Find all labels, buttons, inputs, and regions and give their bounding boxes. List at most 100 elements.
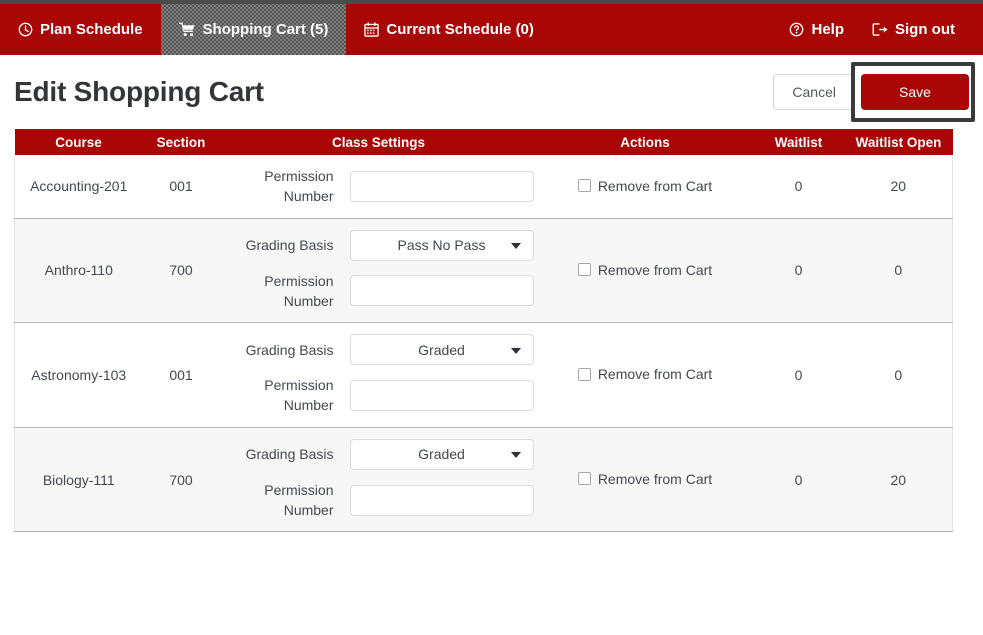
grading-basis-field-wrap: Pass No Pass <box>349 229 534 261</box>
grading-basis-row: Grading Basis Graded <box>224 434 534 475</box>
cell-waitlist: 0 <box>752 322 845 428</box>
cell-waitlist-open: 0 <box>844 322 953 428</box>
permission-number-field-wrap <box>349 170 534 202</box>
cell-class-settings: Grading Basis Graded Permission Number <box>219 427 538 533</box>
table-header-row: Course Section Class Settings Actions Wa… <box>14 129 953 155</box>
nav-item-current-schedule[interactable]: Current Schedule (0) <box>346 4 552 55</box>
question-circle-icon <box>789 22 804 37</box>
chevron-down-icon <box>510 243 521 250</box>
cell-course: Accounting-201 <box>14 155 143 219</box>
cell-course: Biology-111 <box>14 427 143 533</box>
grading-basis-row: Grading Basis Pass No Pass <box>224 225 534 266</box>
permission-number-input[interactable] <box>349 275 534 307</box>
remove-from-cart-control[interactable]: Remove from Cart <box>577 177 713 194</box>
cell-waitlist: 0 <box>752 155 845 219</box>
navbar-primary-links: Plan Schedule Shopping Cart (5) Current … <box>0 4 552 55</box>
clock-icon <box>18 22 33 37</box>
permission-number-field-wrap <box>349 275 534 307</box>
permission-number-input[interactable] <box>349 379 534 411</box>
nav-item-help[interactable]: Help <box>775 4 858 55</box>
permission-number-row: Permission Number <box>224 266 534 317</box>
table-row: Astronomy-103 001 Grading Basis Graded Permi… <box>14 322 953 428</box>
remove-from-cart-label: Remove from Cart <box>597 261 713 278</box>
cell-actions: Remove from Cart <box>537 155 753 219</box>
cell-section: 001 <box>142 322 220 428</box>
remove-from-cart-checkbox[interactable] <box>577 367 591 381</box>
cell-waitlist: 0 <box>752 218 845 324</box>
remove-from-cart-control[interactable]: Remove from Cart <box>577 261 713 278</box>
nav-item-plan-schedule[interactable]: Plan Schedule <box>0 4 161 55</box>
nav-item-shopping-cart-label: Shopping Cart (5) <box>202 21 329 38</box>
cell-actions: Remove from Cart <box>537 322 753 428</box>
permission-number-label: Permission Number <box>264 481 334 519</box>
permission-number-input[interactable] <box>349 170 534 202</box>
cell-section: 001 <box>142 155 220 219</box>
nav-item-help-label: Help <box>811 21 844 38</box>
sign-out-icon <box>872 22 888 37</box>
grading-basis-select[interactable]: Graded <box>349 438 534 470</box>
page-header: Edit Shopping Cart Cancel Save <box>14 55 975 129</box>
grading-basis-row: Grading Basis Graded <box>224 329 534 370</box>
permission-number-input[interactable] <box>349 484 534 516</box>
page-title: Edit Shopping Cart <box>14 76 264 107</box>
cell-actions: Remove from Cart <box>537 218 753 324</box>
chevron-down-icon <box>510 347 521 354</box>
grading-basis-selected-value: Graded <box>418 341 465 358</box>
permission-number-row: Permission Number <box>224 161 534 212</box>
grading-basis-selected-value: Pass No Pass <box>397 237 486 254</box>
grading-basis-field-wrap: Graded <box>349 334 534 366</box>
remove-from-cart-control[interactable]: Remove from Cart <box>577 471 712 487</box>
permission-number-label: Permission Number <box>264 272 334 309</box>
grading-basis-select[interactable]: Pass No Pass <box>349 229 534 261</box>
remove-from-cart-label: Remove from Cart <box>597 366 713 383</box>
permission-number-row: Permission Number <box>224 475 534 526</box>
table-row: Anthro-110 700 Grading Basis Pass No Pass Pe… <box>14 218 953 324</box>
cell-class-settings: Grading Basis Pass No Pass Permission Numb… <box>219 218 538 324</box>
nav-item-shopping-cart[interactable]: Shopping Cart (5) <box>161 4 347 55</box>
cell-waitlist-open: 20 <box>844 427 953 533</box>
header-action-buttons: Cancel Save <box>773 61 975 123</box>
main-navbar: Plan Schedule Shopping Cart (5) Current … <box>0 4 983 55</box>
save-button[interactable]: Save <box>861 73 969 111</box>
column-header-waitlist-open: Waitlist Open <box>844 129 953 155</box>
grading-basis-select[interactable]: Graded <box>349 334 534 366</box>
shopping-cart-table-container: Course Section Class Settings Actions Wa… <box>14 129 953 533</box>
column-header-waitlist: Waitlist <box>752 129 845 155</box>
remove-from-cart-checkbox[interactable] <box>577 179 591 193</box>
cell-course: Anthro-110 <box>14 218 143 324</box>
remove-from-cart-checkbox[interactable] <box>577 263 591 277</box>
navbar-secondary-links: Help Sign out <box>775 4 983 55</box>
calendar-icon <box>364 22 380 37</box>
grading-basis-label: Grading Basis <box>245 341 334 358</box>
column-header-course: Course <box>14 129 143 155</box>
cell-course: Astronomy-103 <box>14 322 143 428</box>
chevron-down-icon <box>510 452 521 459</box>
cell-waitlist-open: 0 <box>844 218 953 324</box>
grading-basis-field-wrap: Graded <box>349 438 534 470</box>
cell-section: 700 <box>142 218 220 324</box>
column-header-section: Section <box>142 129 220 155</box>
grading-basis-selected-value: Graded <box>418 446 465 463</box>
remove-from-cart-control[interactable]: Remove from Cart <box>577 366 713 383</box>
nav-item-sign-out[interactable]: Sign out <box>858 4 969 55</box>
shopping-cart-table: Course Section Class Settings Actions Wa… <box>14 129 953 533</box>
cancel-button[interactable]: Cancel <box>773 73 855 111</box>
permission-number-field-wrap <box>349 379 534 411</box>
cell-waitlist-open: 20 <box>844 155 953 219</box>
table-head: Course Section Class Settings Actions Wa… <box>14 129 953 155</box>
permission-number-field-wrap <box>349 484 534 516</box>
grading-basis-label: Grading Basis <box>245 236 334 253</box>
grading-basis-label: Grading Basis <box>245 446 334 463</box>
permission-number-label: Permission Number <box>264 168 334 205</box>
remove-from-cart-checkbox[interactable] <box>577 472 591 486</box>
table-body: Accounting-201 001 Permission Number Remove… <box>14 155 953 533</box>
column-header-class-settings: Class Settings <box>219 129 538 155</box>
nav-item-current-schedule-label: Current Schedule (0) <box>386 21 534 38</box>
table-row: Accounting-201 001 Permission Number Remove… <box>14 155 953 219</box>
page-content: Edit Shopping Cart Cancel Save Course Se… <box>0 55 983 533</box>
remove-from-cart-label: Remove from Cart <box>597 177 713 194</box>
cell-actions: Remove from Cart <box>537 427 753 533</box>
column-header-actions: Actions <box>537 129 753 155</box>
cell-class-settings: Grading Basis Graded Permission Number <box>219 322 538 428</box>
nav-item-sign-out-label: Sign out <box>895 21 955 38</box>
